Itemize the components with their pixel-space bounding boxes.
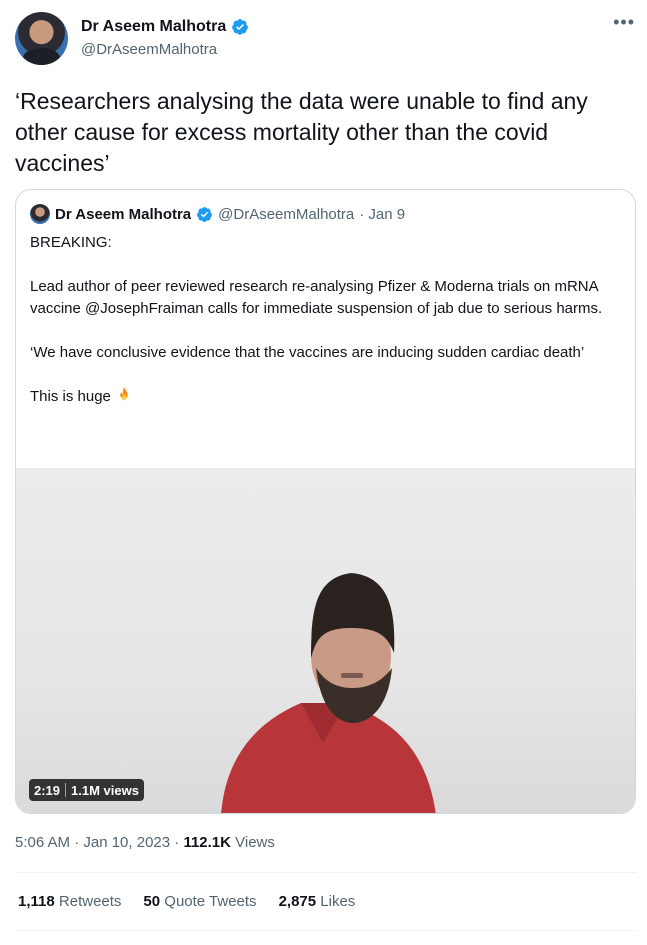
tweet-timestamp[interactable]: 5:06 AM · Jan 10, 2023 · [15, 834, 183, 851]
video-player[interactable]: 2:19 1.1M views [16, 468, 635, 813]
video-badge: 2:19 1.1M views [29, 779, 144, 801]
quote-tweets-stat[interactable]: 50 Quote Tweets [143, 893, 256, 910]
likes-stat[interactable]: 2,875 Likes [279, 893, 356, 910]
tweet-text: ‘Researchers analysing the data were una… [15, 88, 588, 176]
views-label: Views [230, 834, 275, 851]
quoted-paragraph: Lead author of peer reviewed research re… [30, 278, 603, 317]
likes-count: 2,875 [278, 893, 317, 910]
views-count: 112.1K [183, 834, 231, 851]
retweets-count: 1,118 [18, 893, 55, 910]
video-views: 1.1M views [71, 782, 139, 798]
verified-badge-icon [232, 19, 249, 35]
author-avatar[interactable] [15, 12, 68, 65]
fire-icon [120, 386, 128, 401]
video-thumbnail [221, 573, 436, 813]
video-duration: 2:19 [34, 782, 61, 798]
tweet-stats: 1,118 Retweets 50 Quote Tweets 2,875 Lik… [18, 893, 355, 910]
quoted-paragraph-last: This is huge [30, 386, 620, 408]
quoted-tweet-date: · Jan 9 [359, 205, 406, 223]
likes-label: Likes [320, 893, 356, 910]
quoted-paragraph: BREAKING: [30, 234, 112, 251]
quoted-paragraph: This is huge [30, 388, 111, 405]
quoted-tweet[interactable]: Dr Aseem Malhotra @DrAseemMalhotra · Jan… [15, 189, 636, 814]
more-horizontal-icon[interactable]: ••• [613, 12, 635, 33]
quoted-author-avatar [30, 204, 50, 224]
quoted-tweet-header: Dr Aseem Malhotra @DrAseemMalhotra · Jan… [30, 204, 405, 224]
divider [15, 930, 636, 931]
verified-badge-icon [197, 206, 213, 222]
retweets-stat[interactable]: 1,118 Retweets [18, 893, 121, 910]
quoted-author-handle: @DrAseemMalhotra [218, 205, 355, 223]
quoted-author-name: Dr Aseem Malhotra [55, 205, 192, 223]
author-name-line: Dr Aseem Malhotra [81, 18, 249, 36]
retweets-label: Retweets [58, 893, 122, 910]
tweet-meta: 5:06 AM · Jan 10, 2023 · 112.1K Views [15, 834, 275, 851]
quoted-tweet-text: BREAKING: Lead author of peer reviewed r… [30, 232, 620, 408]
author-name[interactable]: Dr Aseem Malhotra [81, 18, 226, 36]
divider [15, 872, 636, 873]
quoted-paragraph: ‘We have conclusive evidence that the va… [30, 344, 585, 361]
quotes-label: Quote Tweets [164, 893, 257, 910]
author-handle[interactable]: @DrAseemMalhotra [81, 41, 217, 58]
tweet-header: Dr Aseem Malhotra @DrAseemMalhotra ••• [15, 12, 635, 68]
quotes-count: 50 [143, 893, 161, 910]
badge-divider [65, 783, 67, 797]
